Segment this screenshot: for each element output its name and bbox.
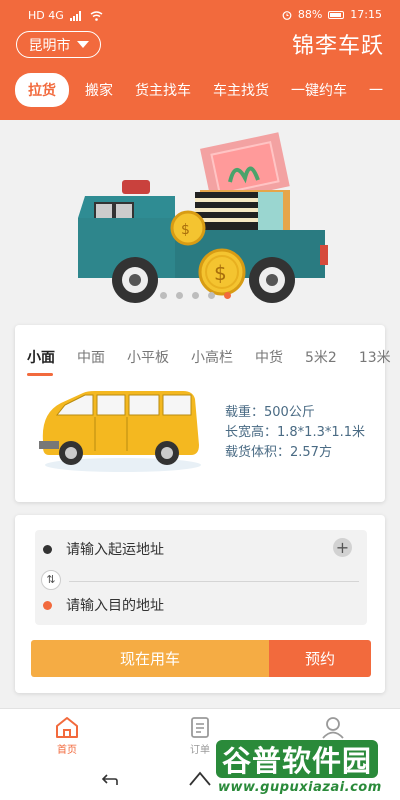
clock-time: 17:15 xyxy=(350,8,382,21)
svg-text:$: $ xyxy=(181,222,190,238)
swap-addresses-icon[interactable]: ⇅ xyxy=(41,570,61,590)
order-icon xyxy=(191,717,209,738)
address-card: 请输入起运地址 + ⇅ 请输入目的地址 现在用车 预约 xyxy=(15,515,385,693)
tab-yijian-yueche[interactable]: 一键约车 xyxy=(291,80,347,100)
dropdown-triangle-icon xyxy=(76,41,89,48)
watermark-logo: 谷普软件园 www.gupuxiazai.com xyxy=(216,740,394,796)
vehicle-tab-5m2[interactable]: 5米2 xyxy=(305,347,337,367)
battery-percent: 88% xyxy=(297,8,323,21)
home-icon xyxy=(56,717,78,738)
spec-dimensions: 长宽高：1.8*1.3*1.1米 xyxy=(225,425,366,440)
user-icon xyxy=(322,717,344,739)
network-label: HD 4G xyxy=(28,9,64,22)
banner-carousel[interactable]: $ $ xyxy=(0,120,400,310)
tab-ban-jia[interactable]: 搬家 xyxy=(85,80,113,100)
carousel-dot[interactable] xyxy=(192,292,199,299)
carousel-dot[interactable] xyxy=(208,292,215,299)
watermark-badge: 谷普软件园 xyxy=(216,740,379,778)
back-icon[interactable] xyxy=(100,771,120,789)
vehicle-type-card: 小面 中面 小平板 小高栏 中货 5米2 13米 载重：500公斤 长宽高：1.… xyxy=(15,325,391,502)
end-address-field[interactable]: 请输入目的地址 xyxy=(43,595,164,615)
svg-text:$: $ xyxy=(214,261,227,285)
carousel-indicator xyxy=(160,292,231,299)
vehicle-specs: 载重：500公斤 长宽高：1.8*1.3*1.1米 载货体积：2.57方 xyxy=(225,403,365,463)
vehicle-type-tabs: 小面 中面 小平板 小高栏 中货 5米2 13米 xyxy=(27,347,400,376)
watermark-url: www.gupuxiazai.com xyxy=(218,780,382,795)
address-divider xyxy=(69,581,359,582)
service-tabs: 拉货 搬家 货主找车 车主找货 一键约车 一 xyxy=(15,73,400,107)
address-box: 请输入起运地址 + ⇅ 请输入目的地址 xyxy=(35,530,367,625)
status-right: 88% 17:15 xyxy=(282,8,382,21)
tab-la-huo[interactable]: 拉货 xyxy=(15,73,69,107)
city-selector[interactable]: 昆明市 xyxy=(16,31,101,58)
nav-orders-label: 订单 xyxy=(190,745,210,756)
tab-huozhu-zhaoche[interactable]: 货主找车 xyxy=(135,80,191,100)
spec-volume: 载货体积：2.57方 xyxy=(225,445,332,460)
coin-dollar-icon: $ xyxy=(198,248,246,296)
reserve-button[interactable]: 预约 xyxy=(269,640,371,677)
carousel-dot[interactable] xyxy=(176,292,183,299)
vehicle-tab-xiaogaolan[interactable]: 小高栏 xyxy=(191,347,233,367)
start-address-field[interactable]: 请输入起运地址 xyxy=(43,539,164,559)
nav-home-label: 首页 xyxy=(57,745,77,756)
tab-chezhu-zhaohuo[interactable]: 车主找货 xyxy=(213,80,269,100)
alarm-icon xyxy=(282,10,292,20)
signal-indicators: HD 4G xyxy=(28,9,103,22)
carousel-dot[interactable] xyxy=(160,292,167,299)
nav-home[interactable]: 首页 xyxy=(37,715,97,756)
signal-icon xyxy=(69,10,81,21)
start-address-placeholder: 请输入起运地址 xyxy=(66,542,164,558)
start-dot-icon xyxy=(43,544,52,554)
end-address-placeholder: 请输入目的地址 xyxy=(66,598,164,614)
tab-overflow[interactable]: 一 xyxy=(369,80,383,100)
end-dot-icon xyxy=(43,600,52,610)
wifi-icon xyxy=(90,10,103,21)
spec-load: 载重：500公斤 xyxy=(225,405,315,420)
vehicle-tab-zhonghuo[interactable]: 中货 xyxy=(255,347,283,367)
app-header: HD 4G 88% 17:15 昆明市 锦李车跃 拉货 搬家 货主找车 车主找货… xyxy=(0,0,400,120)
app-title: 锦李车跃 xyxy=(291,34,384,59)
carousel-dot-active[interactable] xyxy=(224,292,231,299)
battery-icon xyxy=(328,10,345,19)
vehicle-tab-xiaopingban[interactable]: 小平板 xyxy=(127,347,169,367)
use-now-button[interactable]: 现在用车 xyxy=(31,640,269,677)
watermark-text: 谷普软件园 xyxy=(222,744,373,778)
city-label: 昆明市 xyxy=(28,37,71,54)
status-bar: HD 4G 88% 17:15 xyxy=(0,0,400,30)
home-triangle-icon[interactable] xyxy=(188,769,212,789)
vehicle-tab-13m[interactable]: 13米 xyxy=(359,347,391,367)
add-stop-button[interactable]: + xyxy=(333,538,352,557)
vehicle-tab-zhongmian[interactable]: 中面 xyxy=(77,347,105,367)
vehicle-tab-xiaomian[interactable]: 小面 xyxy=(27,347,55,376)
minivan-image xyxy=(39,391,201,472)
